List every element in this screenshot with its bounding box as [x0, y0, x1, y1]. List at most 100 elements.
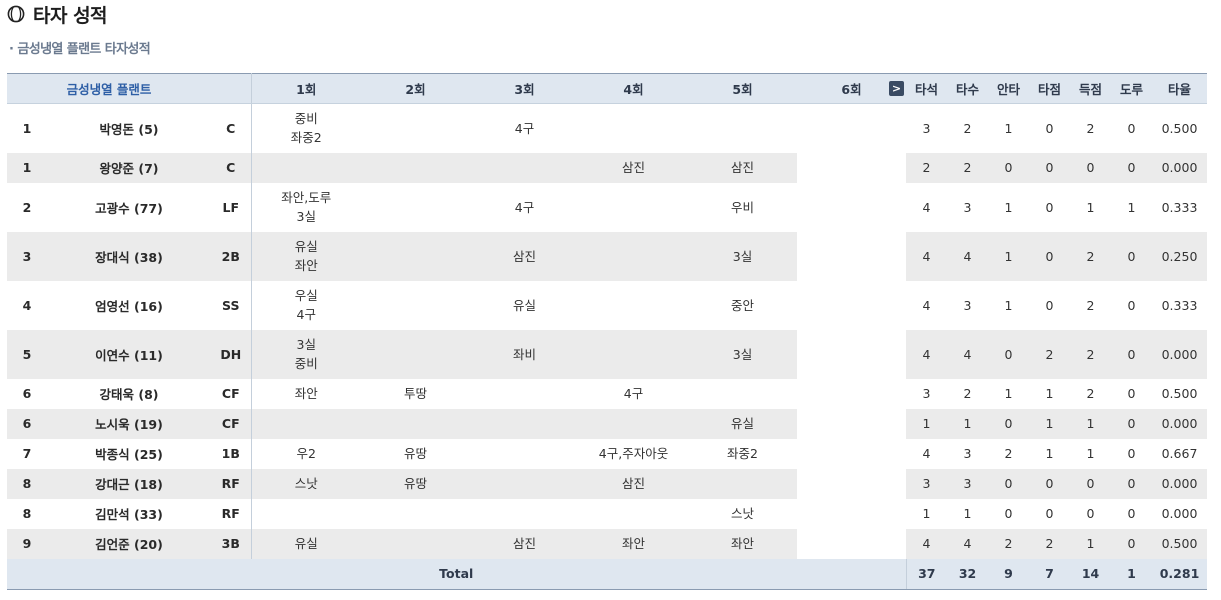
inning-result: 좌안,도루 3실: [281, 190, 332, 224]
player-stat: 2: [1086, 386, 1095, 401]
player-name: 왕양준 (7): [99, 161, 159, 176]
player-stat: 2: [1086, 346, 1095, 362]
inning-result: [470, 379, 579, 409]
player-stat: 1: [1004, 297, 1013, 313]
inning-result: 유땅: [404, 446, 428, 461]
player-stat: 0: [1045, 120, 1054, 136]
inning-result: [579, 104, 688, 153]
player-stat: 0.000: [1161, 476, 1198, 491]
inning-result: 우실 4구: [294, 288, 318, 322]
inning-result: 4구: [514, 120, 535, 136]
inning-result: 좌안: [622, 536, 646, 551]
inning-result: [361, 499, 470, 529]
player-stat: 0.250: [1161, 248, 1198, 264]
player-stat: 1: [1086, 416, 1095, 431]
inning-result: 4구,주자아웃: [598, 446, 669, 461]
player-position: C: [211, 152, 252, 183]
total-stat: 14: [1070, 558, 1112, 590]
inning-result: 스낫: [294, 476, 318, 491]
inning-result: [797, 103, 907, 153]
inning-result: [361, 529, 470, 559]
player-name: 엄영선 (16): [95, 298, 163, 314]
inning-result: 유실: [294, 536, 318, 551]
inning-result: [470, 499, 579, 529]
player-stat: 0.000: [1161, 506, 1198, 521]
stat-header: 타점: [1029, 73, 1071, 104]
player-stat: 1: [1004, 199, 1013, 215]
player-stat: 1: [1045, 416, 1054, 431]
stat-header: 안타: [988, 73, 1030, 104]
table-row: 8 강대근 (18) RF 스낫 유땅 삼진 3 3 0 0 0 0 0.000: [7, 468, 1208, 499]
player-stat: 0.333: [1161, 199, 1198, 215]
inning-header: 4회: [579, 73, 689, 104]
player-stat: 4: [922, 446, 931, 461]
inning-result: [688, 379, 797, 409]
batting-order: 1: [22, 120, 32, 136]
inning-result: [579, 281, 688, 330]
player-stat: 2: [963, 160, 972, 175]
player-name: 강대근 (18): [95, 477, 163, 492]
batting-order: 7: [22, 446, 32, 461]
table-header-row: 금성냉열 플랜트 1회 2회 3회 4회 5회 6회 > 타석 타수 안타 타점…: [7, 73, 1208, 104]
inning-result: [797, 378, 907, 409]
batting-stats-table: 금성냉열 플랜트 1회 2회 3회 4회 5회 6회 > 타석 타수 안타 타점…: [7, 73, 1208, 590]
inning-result: 투땅: [404, 386, 428, 401]
batting-order: 2: [22, 199, 32, 215]
inning-result: 중안: [731, 297, 755, 313]
player-stat: 3: [922, 476, 931, 491]
inning-result: 유땅: [404, 476, 428, 491]
player-stat: 0: [1086, 506, 1095, 521]
stat-header: 득점: [1070, 73, 1112, 104]
total-stat: 0.281: [1152, 558, 1208, 590]
player-stat: 2: [1045, 536, 1054, 551]
inning-result: [361, 232, 470, 281]
player-stat: 0: [1045, 160, 1054, 175]
inning-result: 유실: [513, 297, 537, 313]
page-header: 타자 성적: [7, 2, 108, 27]
player-stat: 0: [1127, 120, 1136, 136]
player-name: 박종식 (25): [95, 447, 163, 462]
table-row: 8 김만석 (33) RF 스낫 1 1 0 0 0 0 0.000: [7, 498, 1208, 529]
player-stat: 1: [1045, 386, 1054, 401]
section-subtitle: · 금성냉열 플랜트 타자성적: [9, 38, 151, 57]
player-stat: 3: [963, 199, 972, 215]
player-position: SS: [211, 280, 252, 330]
inning-result: [797, 408, 907, 439]
player-stat: 0: [1045, 199, 1054, 215]
player-stat: 4: [963, 346, 972, 362]
player-stat: 1: [963, 506, 972, 521]
inning-result: [361, 183, 470, 232]
inning-result: [251, 153, 361, 183]
inning-result: 유실 좌안: [294, 239, 318, 273]
player-stat: 0: [1045, 248, 1054, 264]
player-position: DH: [211, 329, 252, 379]
inning-header: 3회: [470, 73, 580, 104]
player-stat: 0: [1127, 346, 1136, 362]
inning-result: [470, 439, 579, 469]
table-row: 2 고광수 (77) LF 좌안,도루 3실 4구 우비 4 3 1 0 1 1 0.333: [7, 182, 1208, 232]
total-stat: 32: [947, 558, 989, 590]
batting-order: 6: [22, 416, 32, 431]
inning-header-last: 6회 >: [797, 73, 907, 104]
inning-result: [470, 469, 579, 499]
inning-result: 유실: [731, 416, 755, 431]
player-stat: 0.500: [1161, 536, 1198, 551]
table-row: 6 노시욱 (19) CF 유실 1 1 0 1 1 0 0.000: [7, 408, 1208, 439]
inning-result: [361, 409, 470, 439]
batting-order: 5: [22, 346, 32, 362]
total-stat: 7: [1029, 558, 1071, 590]
player-stat: 0: [1127, 506, 1136, 521]
player-position: CF: [211, 408, 252, 439]
stat-header: 타율: [1152, 73, 1208, 104]
next-innings-button[interactable]: >: [889, 81, 905, 96]
player-stat: 4: [922, 297, 931, 313]
batting-order: 8: [22, 506, 32, 521]
player-position: C: [211, 103, 252, 153]
player-position: 2B: [211, 231, 252, 281]
inning-result: [470, 153, 579, 183]
inning-result: 삼진: [513, 248, 537, 264]
inning-result: 중비 좌중2: [290, 111, 322, 146]
inning-result: [579, 232, 688, 281]
player-stat: 0.000: [1161, 416, 1198, 431]
player-stat: 1: [1004, 248, 1013, 264]
